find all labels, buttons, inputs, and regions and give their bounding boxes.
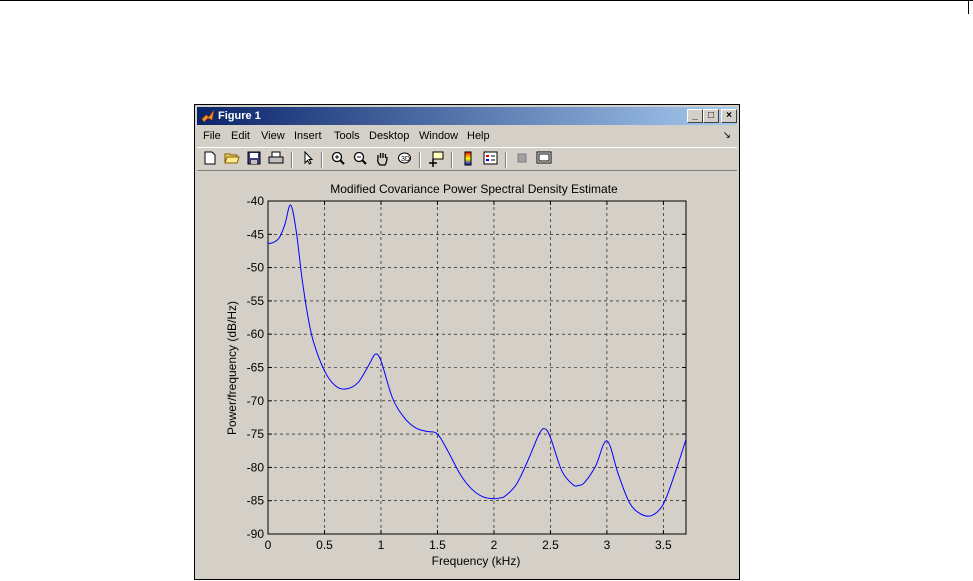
y-tick-label: -85 <box>247 494 265 508</box>
psd-chart: 0 0.5 1 1.5 2 2.5 3 3.5 -40 -45 -50 -55 -60 -65 -70 -75… <box>225 182 687 568</box>
psd-series-line <box>267 204 687 517</box>
x-tick-label: 2 <box>491 538 498 552</box>
x-tick-label: 0 <box>265 538 272 552</box>
x-tick-label: 1.5 <box>429 538 446 552</box>
x-tick-label: 2.5 <box>542 538 559 552</box>
y-tick-label: -70 <box>247 394 265 408</box>
y-tick-label: -50 <box>247 261 265 275</box>
y-tick-label: -60 <box>247 327 265 341</box>
x-axis-label: Frequency (kHz) <box>432 554 521 568</box>
y-tick-label: -55 <box>247 294 265 308</box>
y-axis-label: Power/frequency (dB/Hz) <box>225 301 239 435</box>
chart-title: Modified Covariance Power Spectral Densi… <box>330 182 618 196</box>
x-tick-label: 3.5 <box>655 538 672 552</box>
x-tick-label: 0.5 <box>316 538 333 552</box>
y-tick-label: -40 <box>247 194 265 208</box>
x-tick-label: 3 <box>604 538 611 552</box>
y-tick-label: -80 <box>247 460 265 474</box>
y-tick-label: -90 <box>247 527 265 541</box>
y-tick-label: -45 <box>247 227 265 241</box>
x-tick-label: 1 <box>378 538 385 552</box>
y-tick-label: -75 <box>247 427 265 441</box>
y-tick-label: -65 <box>247 361 265 375</box>
